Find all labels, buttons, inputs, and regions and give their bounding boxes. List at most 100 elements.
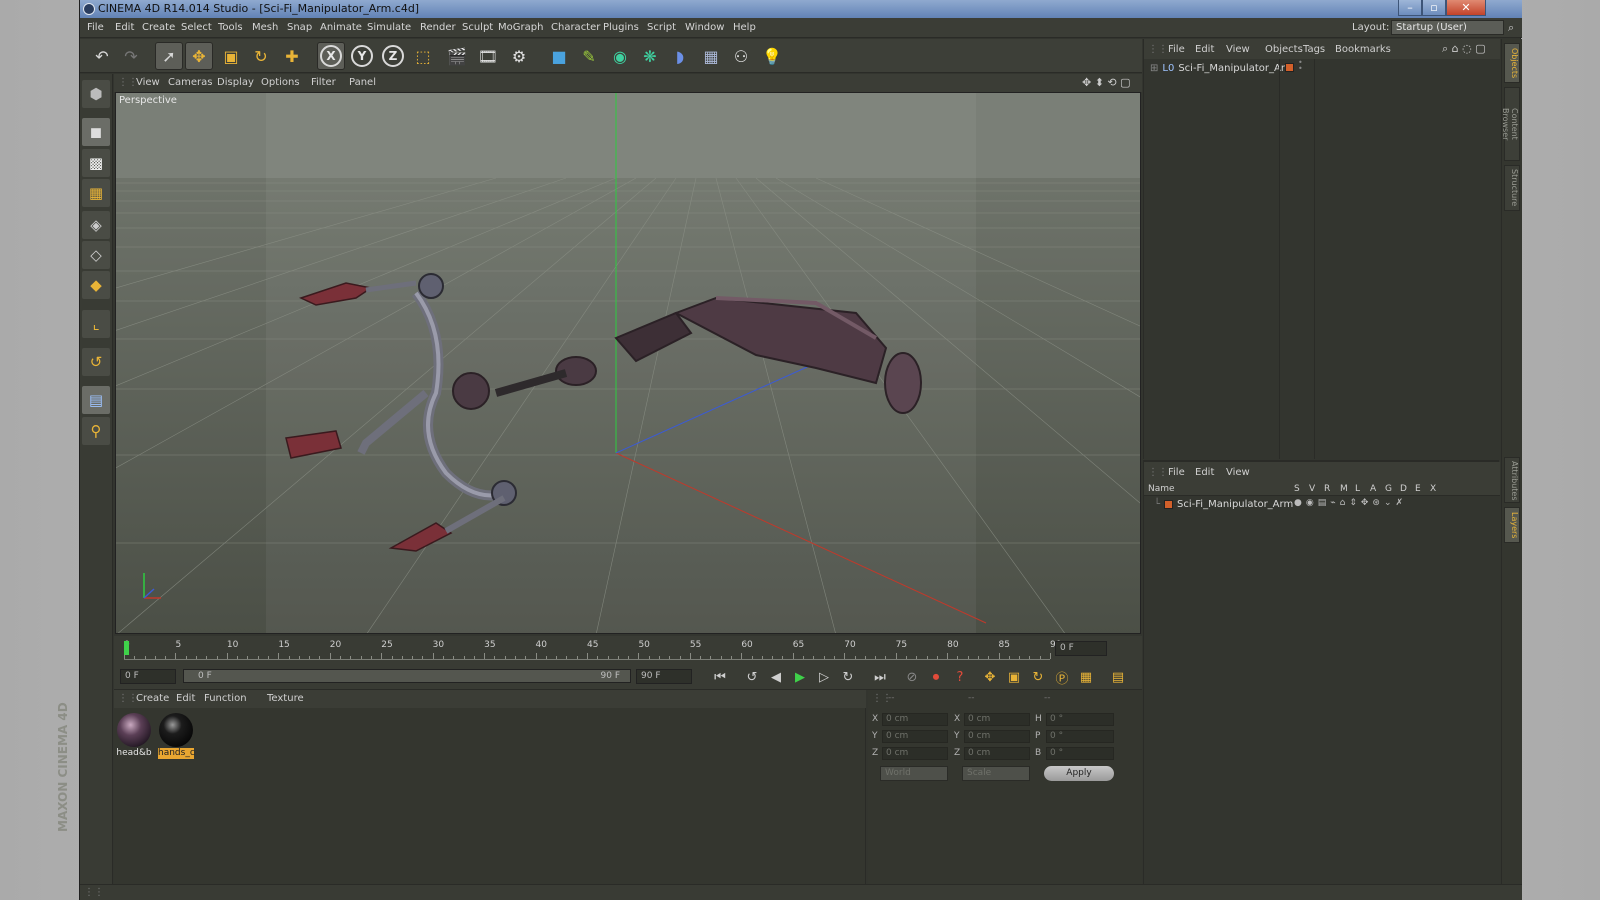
menu-simulate[interactable]: Simulate (367, 22, 411, 33)
key-scale-icon[interactable]: ▣ (1004, 667, 1024, 687)
col-v[interactable]: V (1309, 484, 1315, 494)
make-editable-icon[interactable]: ⬢ (82, 80, 110, 108)
col-d[interactable]: D (1400, 484, 1407, 494)
key-rotation-icon[interactable]: ↻ (1028, 667, 1048, 687)
size-x-field[interactable]: 0 cm (964, 713, 1030, 726)
start-frame-field[interactable]: 0 F (120, 669, 176, 684)
key-point-level-icon[interactable]: ▦ (1076, 667, 1096, 687)
playhead[interactable] (124, 641, 129, 655)
vp-menu-panel[interactable]: Panel (349, 77, 376, 88)
lm-menu-edit[interactable]: Edit (1195, 467, 1214, 478)
om-nav-icons[interactable]: ⌕ ⌂ ◌ ▢ (1442, 42, 1486, 56)
add-object-icon[interactable]: ✚ (278, 42, 306, 70)
tab-structure[interactable]: Structure (1504, 165, 1520, 211)
workplane-icon[interactable]: ▦ (82, 179, 110, 207)
polygons-icon[interactable]: ◆ (82, 271, 110, 299)
vp-menu-cameras[interactable]: Cameras (168, 77, 212, 88)
rot-b-field[interactable]: 0 ° (1046, 747, 1114, 760)
vp-menu-filter[interactable]: Filter (311, 77, 336, 88)
array-icon[interactable]: ❋ (636, 42, 664, 70)
rotate-icon[interactable]: ↻ (247, 42, 275, 70)
material-hands-c[interactable]: hands_c (158, 712, 195, 759)
previous-key-icon[interactable]: ↺ (742, 667, 762, 687)
col-s[interactable]: S (1294, 484, 1300, 494)
col-m[interactable]: M (1340, 484, 1348, 494)
frame-range-slider[interactable]: 0 F 90 F (183, 669, 631, 683)
go-to-start-icon[interactable]: ⏮ (710, 667, 730, 687)
rot-h-field[interactable]: 0 ° (1046, 713, 1114, 726)
col-r[interactable]: R (1324, 484, 1330, 494)
layer-color-swatch[interactable] (1164, 500, 1174, 509)
tab-attributes[interactable]: Attributes (1504, 457, 1520, 503)
live-select-icon[interactable]: ➚ (155, 42, 183, 70)
object-row[interactable]: ⊞ L0 Sci-Fi_Manipulator_Arm (1150, 63, 1295, 74)
menu-character[interactable]: Character (551, 22, 600, 33)
layer-row[interactable]: └ Sci-Fi_Manipulator_Arm (1154, 499, 1293, 510)
scale-icon[interactable]: ▣ (217, 42, 245, 70)
om-menu-tags[interactable]: Tags (1303, 44, 1325, 55)
close-button[interactable]: ✕ (1446, 0, 1486, 16)
locked-workplane-icon[interactable]: ⚲ (82, 417, 110, 445)
end-frame-field[interactable]: 90 F (636, 669, 692, 684)
size-mode-select[interactable]: Scale (962, 766, 1030, 781)
menu-mesh[interactable]: Mesh (252, 22, 278, 33)
pos-z-field[interactable]: 0 cm (882, 747, 948, 760)
magnet-icon[interactable]: ↺ (82, 348, 110, 376)
col-a[interactable]: A (1370, 484, 1376, 494)
render-view-icon[interactable]: 🎬 (443, 42, 471, 70)
menu-animate[interactable]: Animate (320, 22, 362, 33)
col-l[interactable]: L (1355, 484, 1360, 494)
om-menu-objects[interactable]: Objects (1265, 44, 1303, 55)
x-axis-icon[interactable]: X (317, 42, 345, 70)
model-icon[interactable]: ◼ (82, 118, 110, 146)
layout-select[interactable]: Startup (User) (1391, 20, 1504, 35)
deformer-icon[interactable]: ◗ (666, 42, 694, 70)
move-icon[interactable]: ✥ (185, 42, 213, 70)
key-parameter-icon[interactable]: Ⓟ (1052, 667, 1072, 687)
go-to-end-icon[interactable]: ⏭ (870, 667, 890, 687)
pos-x-field[interactable]: 0 cm (882, 713, 948, 726)
cube-icon[interactable]: ■ (545, 42, 573, 70)
lm-menu-view[interactable]: View (1226, 467, 1250, 478)
menu-render[interactable]: Render (420, 22, 456, 33)
om-menu-view[interactable]: View (1226, 44, 1250, 55)
next-key-icon[interactable]: ↻ (838, 667, 858, 687)
edges-icon[interactable]: ◇ (82, 241, 110, 269)
current-frame-field[interactable]: 0 F (1055, 641, 1107, 656)
search-icon[interactable]: ⌕ (1508, 21, 1514, 35)
pen-spline-icon[interactable]: ✎ (575, 42, 603, 70)
mat-menu-function[interactable]: Function (204, 693, 247, 704)
floor-icon[interactable]: ▦ (697, 42, 725, 70)
mat-menu-texture[interactable]: Texture (267, 693, 304, 704)
perspective-viewport[interactable]: Perspective (115, 92, 1141, 634)
om-menu-edit[interactable]: Edit (1195, 44, 1214, 55)
layer-toggle-icons[interactable]: ●◉▤⌁⌂⇕✥⊛⌄✗ (1294, 498, 1407, 508)
axis-icon[interactable]: ⌞ (82, 310, 110, 338)
menu-script[interactable]: Script (647, 22, 676, 33)
menu-sculpt[interactable]: Sculpt (462, 22, 493, 33)
record-icon[interactable]: ⏺ (926, 667, 946, 687)
expand-icon[interactable]: ⊞ (1150, 63, 1158, 74)
visibility-dots-icon[interactable]: • • (1298, 59, 1303, 73)
size-z-field[interactable]: 0 cm (964, 747, 1030, 760)
col-name[interactable]: Name (1148, 484, 1175, 494)
viewport-nav-icons[interactable]: ✥ ⬍ ⟲ ▢ (1082, 76, 1131, 89)
menu-file[interactable]: File (87, 22, 104, 33)
points-icon[interactable]: ◈ (82, 211, 110, 239)
texture-icon[interactable]: ▩ (82, 149, 110, 177)
mat-menu-edit[interactable]: Edit (176, 693, 195, 704)
vp-menu-options[interactable]: Options (261, 77, 300, 88)
tab-objects[interactable]: Objects (1504, 43, 1520, 83)
timeline-window-icon[interactable]: ▤ (1108, 667, 1128, 687)
autokey-icon[interactable]: ? (950, 667, 970, 687)
y-axis-icon[interactable]: Y (348, 42, 376, 70)
render-picture-viewer-icon[interactable]: 🎞 (474, 42, 502, 70)
mat-menu-create[interactable]: Create (136, 693, 169, 704)
menu-plugins[interactable]: Plugins (603, 22, 639, 33)
tab-content-browser[interactable]: Content Browser (1501, 87, 1520, 161)
minimize-button[interactable]: – (1398, 0, 1422, 16)
menu-select[interactable]: Select (181, 22, 212, 33)
z-axis-icon[interactable]: Z (379, 42, 407, 70)
material-head-b[interactable]: head&b (116, 712, 152, 758)
timeline-ruler[interactable]: 051015202530354045505560657075808590 0 F (114, 636, 1142, 664)
